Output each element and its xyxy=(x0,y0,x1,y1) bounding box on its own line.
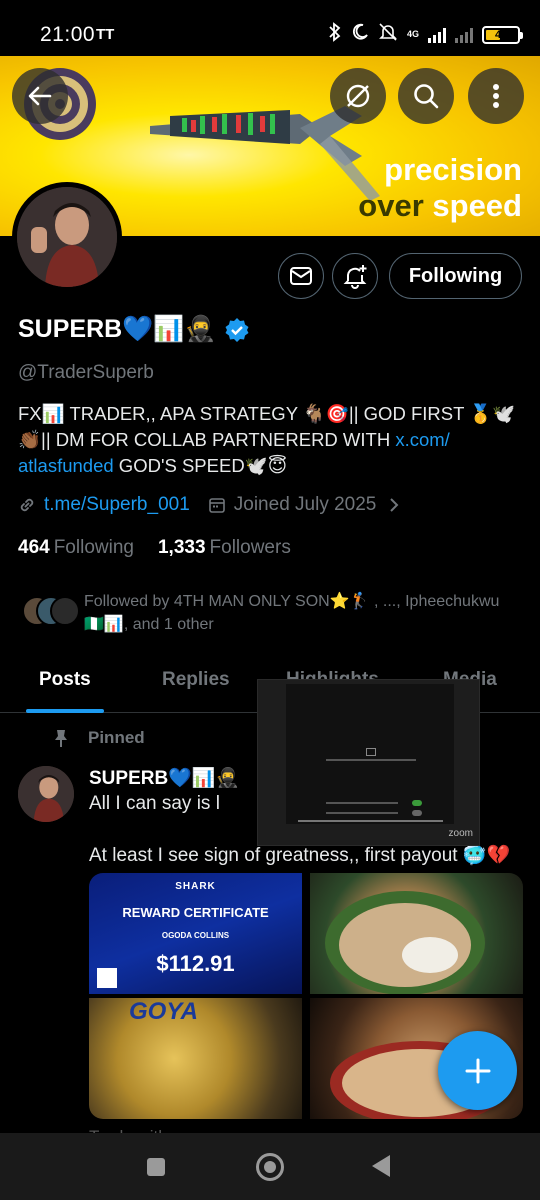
cert-title: REWARD CERTIFICATE xyxy=(122,905,269,920)
tab-replies[interactable]: Replies xyxy=(162,669,230,691)
pinned-label: Pinned xyxy=(52,728,145,748)
follower-avatar xyxy=(50,596,80,626)
search-button[interactable] xyxy=(398,68,454,124)
notify-button[interactable] xyxy=(332,253,378,299)
cert-brand: SHARK xyxy=(175,881,216,892)
bell-muted-icon xyxy=(378,22,398,47)
following-button[interactable]: Following xyxy=(389,253,522,299)
bluetooth-icon xyxy=(328,22,342,47)
chevron-right-icon[interactable] xyxy=(388,497,400,513)
bell-plus-icon xyxy=(343,265,367,289)
media-food-photo-1[interactable] xyxy=(310,873,523,994)
search-icon xyxy=(414,84,439,109)
more-vertical-icon xyxy=(493,84,499,108)
system-nav-bar xyxy=(0,1133,540,1200)
post-text-line2: At least I see sign of greatness,, first… xyxy=(89,845,511,866)
active-tab-indicator xyxy=(26,709,104,713)
profile-name: SUPERB💙📊🥷 xyxy=(18,315,250,344)
zoom-label: zoom xyxy=(448,828,473,839)
cert-name: OGODA COLLINS xyxy=(161,931,230,940)
link-icon xyxy=(20,498,34,512)
signal-2-icon xyxy=(455,27,473,43)
status-time: 21:00 xyxy=(40,23,96,46)
carrier-icon: TT xyxy=(96,26,115,43)
status-icons: 4G 41 xyxy=(328,22,523,47)
joined-date: Joined July 2025 xyxy=(233,494,377,515)
goya-label: GOYA xyxy=(129,998,198,1025)
envelope-icon xyxy=(290,267,312,285)
profile-bio: FX📊 TRADER,, APA STRATEGY 🐐🎯|| GOD FIRST… xyxy=(18,401,523,479)
pin-icon xyxy=(55,730,67,747)
bio-link-b[interactable]: atlasfunded xyxy=(18,455,114,476)
bio-link-a[interactable]: x.com/ xyxy=(395,429,449,450)
post-author-name[interactable]: SUPERB💙📊🥷 xyxy=(89,766,239,790)
zoom-shared-screen xyxy=(286,684,454,824)
zoom-floating-window[interactable]: zoom xyxy=(257,679,480,846)
bio-text-end: GOD'S SPEED🕊️😇 xyxy=(113,455,288,476)
banner-line2-b: speed xyxy=(432,188,522,223)
grok-icon xyxy=(346,84,370,108)
followed-by-text: Followed by 4TH MAN ONLY SON⭐🏌️ , ..., I… xyxy=(84,593,500,633)
banner-slogan: precision over speed xyxy=(358,152,522,224)
profile-handle: @TraderSuperb xyxy=(18,362,154,383)
media-oil-bottle-photo[interactable]: GOYA xyxy=(89,998,302,1119)
media-certificate[interactable]: SHARK REWARD CERTIFICATE OGODA COLLINS $… xyxy=(89,873,302,994)
arrow-left-icon xyxy=(28,86,52,106)
avatar-image xyxy=(17,187,117,287)
followers-count[interactable]: 1,333 Followers xyxy=(158,537,291,559)
post-text-line1: All I can say is l xyxy=(89,793,220,814)
home-button[interactable] xyxy=(256,1153,284,1181)
more-button[interactable] xyxy=(468,68,524,124)
compose-button[interactable] xyxy=(438,1031,517,1110)
website-link[interactable]: t.me/Superb_001 xyxy=(44,494,190,516)
cert-amount: $112.91 xyxy=(156,951,235,976)
banner-line1: precision xyxy=(384,152,522,187)
followed-by-avatars xyxy=(22,590,80,630)
profile-meta: t.me/Superb_001 Joined July 2025 xyxy=(18,494,400,516)
post-author-avatar[interactable] xyxy=(18,766,74,822)
verified-badge-icon xyxy=(225,317,249,342)
recents-button[interactable] xyxy=(147,1158,165,1176)
battery-level: 41 xyxy=(495,28,508,41)
qr-code-icon xyxy=(97,968,117,988)
signal-icon xyxy=(428,27,446,43)
grok-button[interactable] xyxy=(330,68,386,124)
message-button[interactable] xyxy=(278,253,324,299)
battery-icon: 41 xyxy=(482,25,523,44)
plus-icon xyxy=(465,1058,490,1083)
following-count[interactable]: 464 Following xyxy=(18,537,134,559)
status-bar: 21:00 TT 4G 41 xyxy=(0,0,540,56)
moon-icon xyxy=(351,23,369,46)
back-button[interactable] xyxy=(12,68,68,124)
network-type: 4G xyxy=(406,29,419,39)
back-nav-button[interactable] xyxy=(372,1155,390,1177)
tab-posts[interactable]: Posts xyxy=(39,669,91,691)
banner-line2-a: over xyxy=(358,188,424,223)
followed-by[interactable]: Followed by 4TH MAN ONLY SON⭐🏌️ , ..., I… xyxy=(22,590,522,636)
follow-counts: 464 Following 1,333 Followers xyxy=(18,537,291,559)
profile-avatar[interactable] xyxy=(12,182,122,292)
profile-name-text: SUPERB💙📊🥷 xyxy=(18,315,216,343)
calendar-icon xyxy=(208,498,225,513)
